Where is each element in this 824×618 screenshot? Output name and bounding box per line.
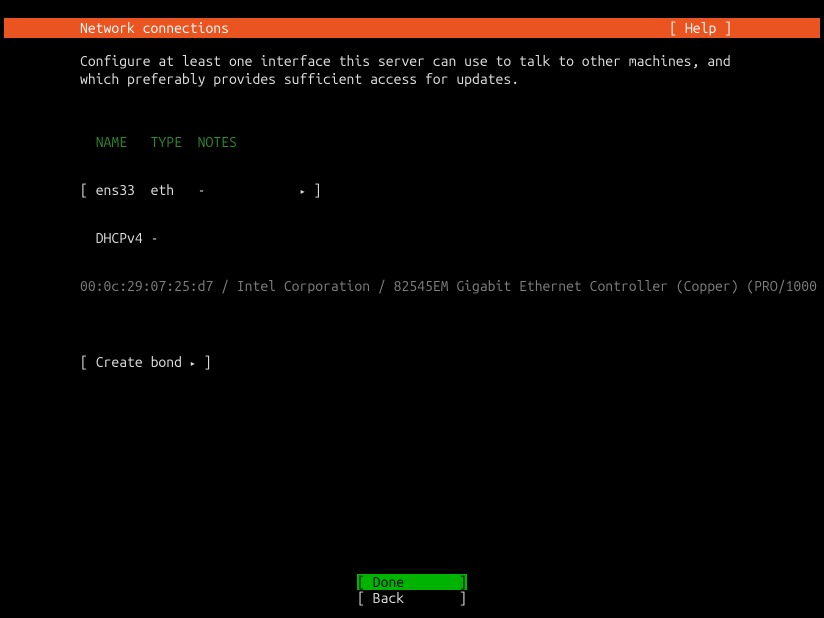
content-area: Configure at least one interface this se…	[4, 38, 820, 370]
bracket-close: ]	[313, 182, 321, 198]
iface-type: eth	[151, 182, 175, 198]
bracket-open: [	[80, 182, 88, 198]
back-label: Back	[373, 590, 404, 606]
footer-buttons: [ Done ] [ Back ]	[4, 574, 820, 606]
header-bar: Network connections [ Help ]	[4, 18, 820, 38]
bracket-close: ]	[459, 574, 467, 590]
installer-screen: Network connections [ Help ] Configure a…	[4, 18, 820, 618]
interface-table: NAME TYPE NOTES [ ens33 eth - ▸ ] DHCPv4…	[80, 102, 760, 326]
bracket-open: [	[80, 354, 88, 370]
bracket-close: ]	[459, 590, 467, 606]
done-button[interactable]: [ Done ]	[357, 574, 467, 590]
iface-name: ens33	[96, 182, 135, 198]
chevron-right-icon: ▸	[190, 358, 196, 369]
dhcp-row: DHCPv4 -	[80, 230, 760, 246]
bracket-open: [	[357, 590, 365, 606]
help-button[interactable]: [ Help ]	[669, 20, 820, 36]
description-text: Configure at least one interface this se…	[80, 52, 760, 88]
interface-detail: 00:0c:29:07:25:d7 / Intel Corporation / …	[80, 278, 760, 294]
create-bond-label: Create bond	[96, 354, 182, 370]
done-label: Done	[373, 574, 404, 590]
chevron-right-icon: ▸	[300, 186, 306, 197]
table-header-row: NAME TYPE NOTES	[80, 134, 760, 150]
dhcp-value: -	[151, 230, 159, 246]
back-button[interactable]: [ Back ]	[357, 590, 467, 606]
col-name: NAME	[96, 134, 127, 150]
bracket-open: [	[357, 574, 365, 590]
col-notes: NOTES	[198, 134, 237, 150]
create-bond-button[interactable]: [ Create bond ▸ ]	[80, 354, 760, 370]
bracket-close: ]	[204, 354, 212, 370]
iface-notes: -	[198, 182, 206, 198]
interface-row[interactable]: [ ens33 eth - ▸ ]	[80, 182, 760, 198]
dhcp-label: DHCPv4	[96, 230, 143, 246]
page-title: Network connections	[4, 20, 229, 36]
col-type: TYPE	[151, 134, 182, 150]
